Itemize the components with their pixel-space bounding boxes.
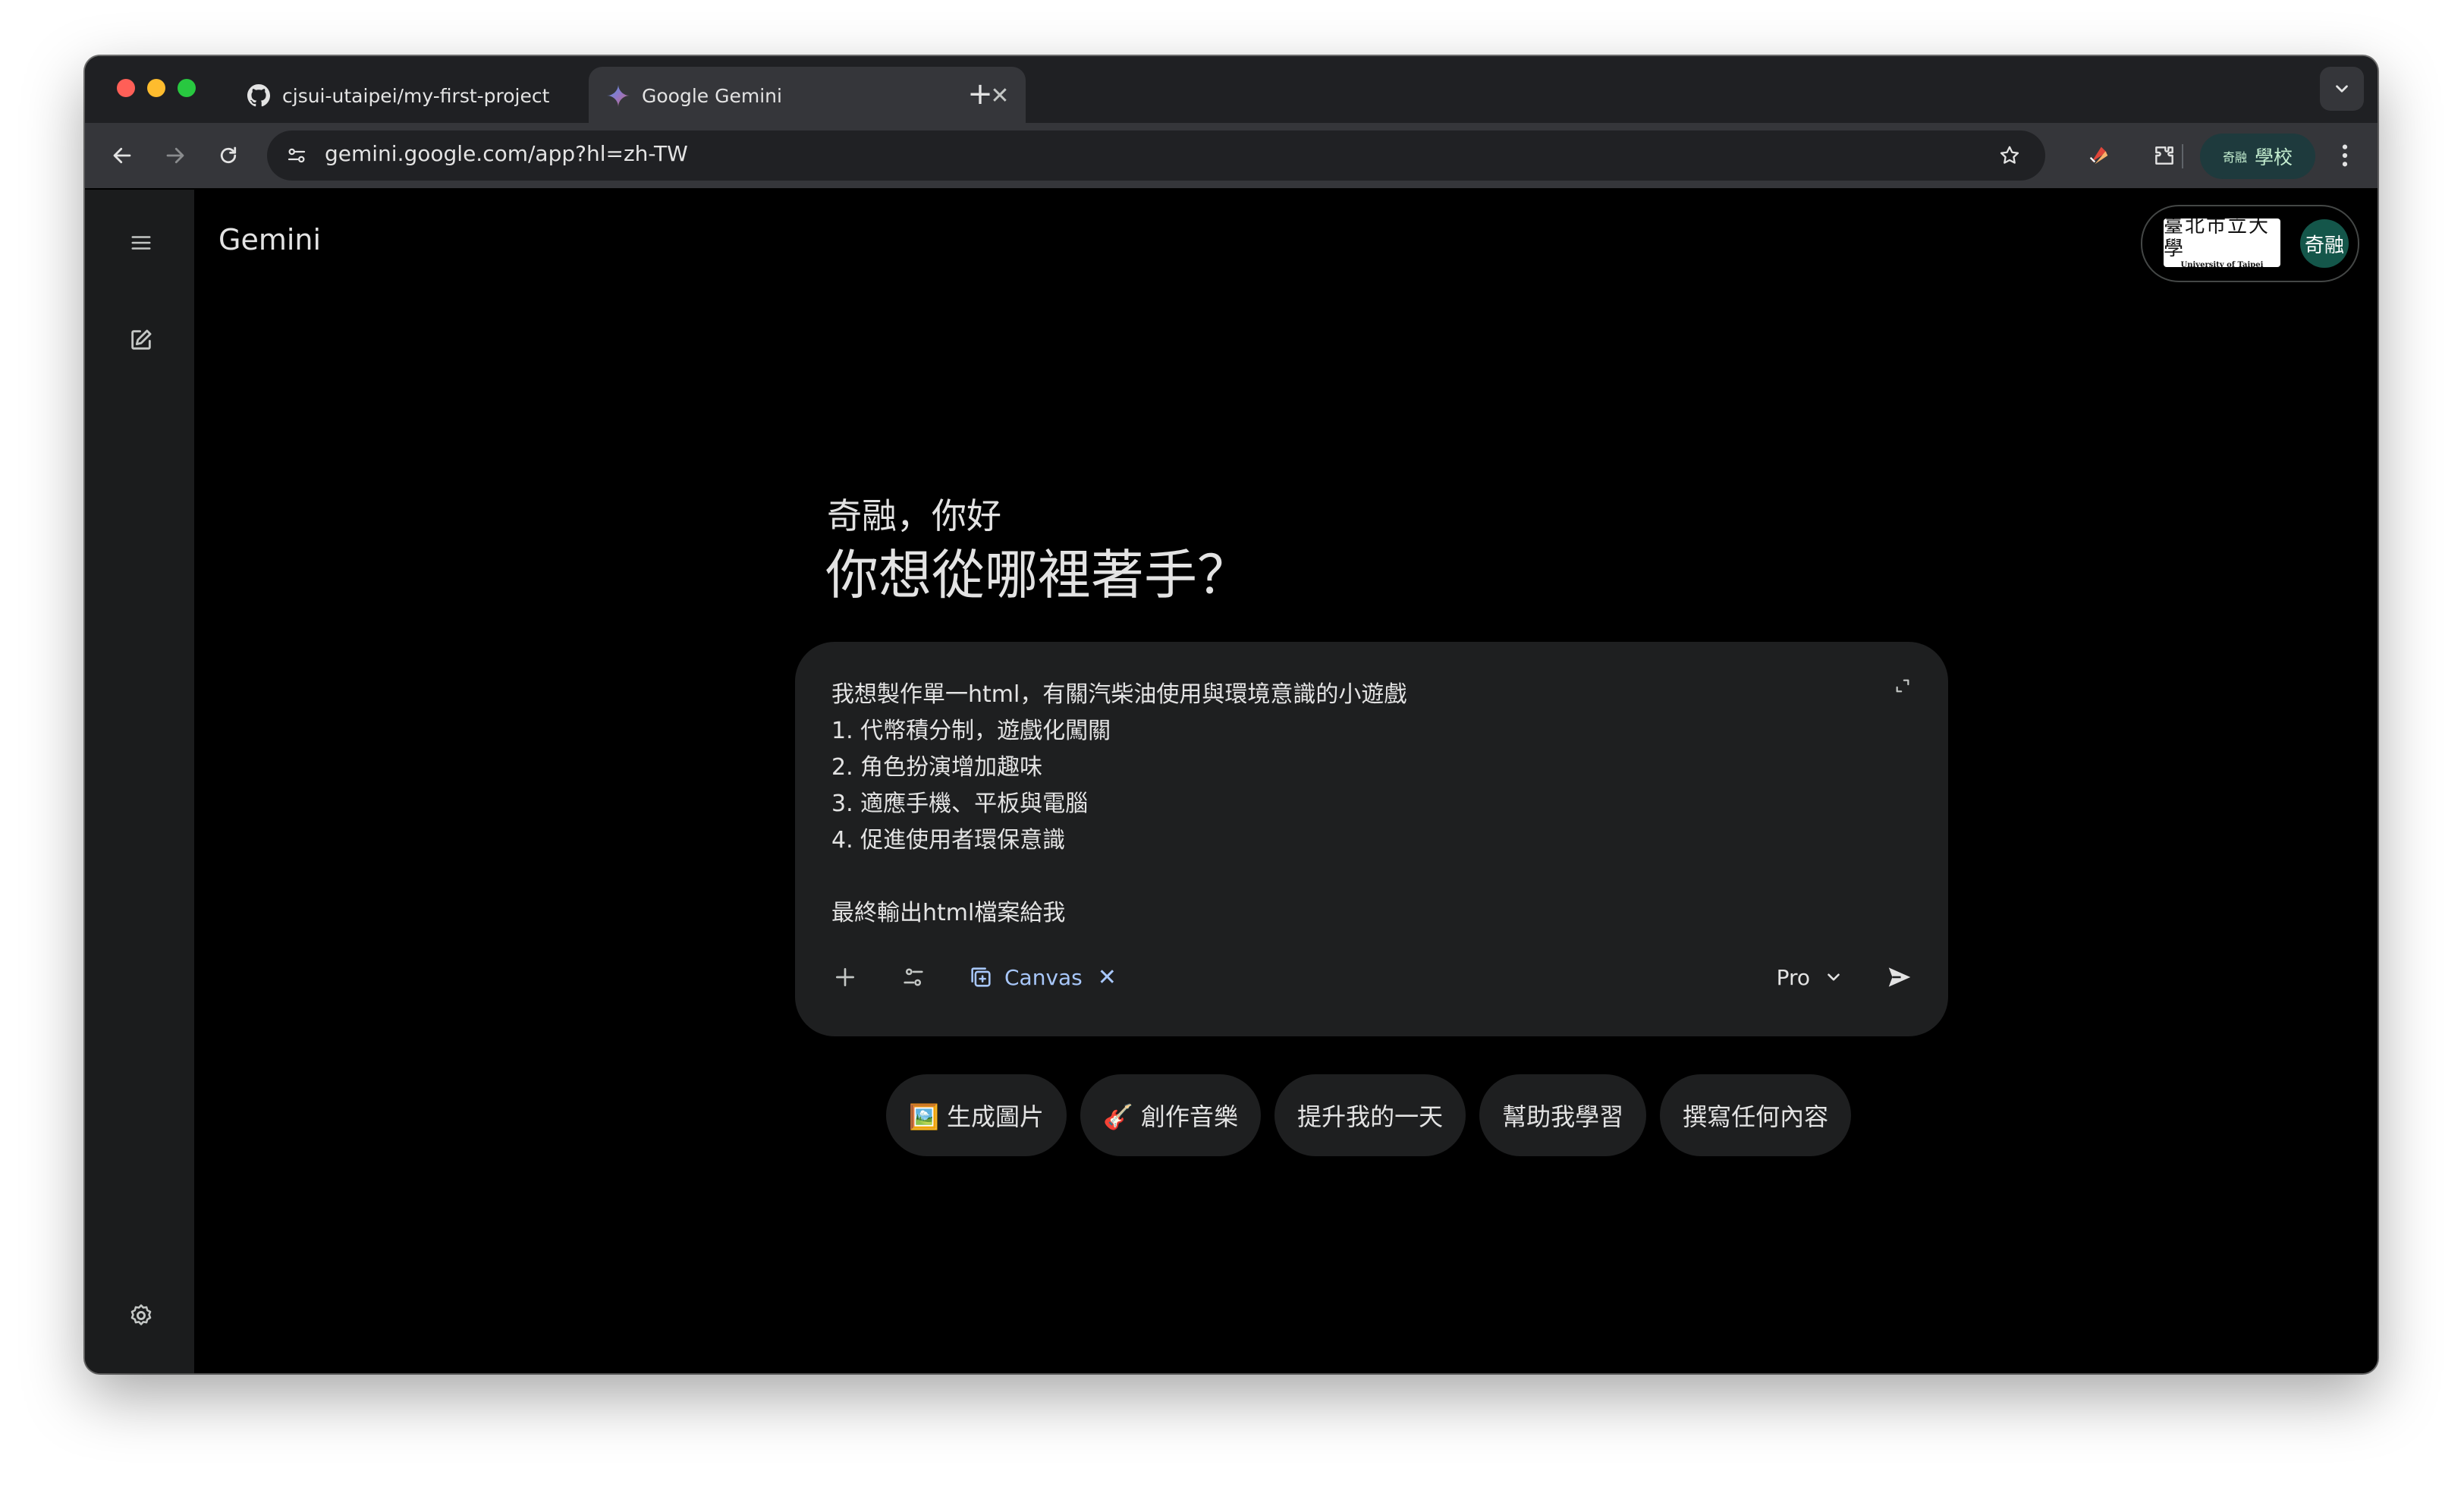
github-icon bbox=[246, 83, 272, 108]
gear-icon bbox=[130, 1304, 152, 1325]
new-chat-button[interactable] bbox=[120, 319, 162, 361]
plus-icon bbox=[836, 968, 854, 986]
maximize-window-button[interactable] bbox=[178, 79, 196, 97]
edit-square-icon bbox=[131, 329, 152, 350]
expand-input-button[interactable] bbox=[1886, 669, 1919, 703]
profile-button[interactable]: 奇融 學校 bbox=[2200, 134, 2315, 179]
hamburger-menu-icon bbox=[131, 236, 151, 250]
bookmark-star-icon[interactable] bbox=[1991, 137, 2029, 174]
arrow-left-icon bbox=[113, 147, 131, 164]
account-switcher[interactable]: 臺北市立大學 University of Taipei 奇融 bbox=[2141, 205, 2359, 282]
logo-text: 臺北市立大學 bbox=[2164, 218, 2271, 260]
gemini-sparkle-icon bbox=[605, 83, 631, 108]
logo-subtext: University of Taipei bbox=[2180, 261, 2264, 267]
suggestion-create-music[interactable]: 🎸 創作音樂 bbox=[1080, 1074, 1262, 1156]
new-tab-button[interactable]: + bbox=[959, 73, 1001, 115]
avatar[interactable]: 奇融 bbox=[2300, 219, 2349, 268]
main-menu-button[interactable] bbox=[120, 222, 162, 264]
suggestion-boost-day[interactable]: 提升我的一天 bbox=[1274, 1074, 1466, 1156]
model-picker[interactable]: Pro bbox=[1777, 956, 1843, 998]
close-window-button[interactable] bbox=[117, 79, 135, 97]
remove-canvas-icon[interactable]: ✕ bbox=[1098, 964, 1117, 991]
profile-small-label: 奇融 bbox=[2222, 150, 2247, 165]
expand-icon bbox=[1896, 679, 1909, 693]
tab-title: cjsui-utaipei/my-first-project bbox=[282, 84, 550, 107]
tab-strip: cjsui-utaipei/my-first-project ✕ Google … bbox=[85, 56, 2378, 124]
extension-icon[interactable] bbox=[2079, 135, 2120, 176]
send-icon bbox=[1888, 967, 1911, 987]
profile-label: 學校 bbox=[2255, 146, 2293, 168]
university-logo: 臺北市立大學 University of Taipei bbox=[2164, 218, 2280, 267]
suggestion-write-anything[interactable]: 撰寫任何內容 bbox=[1660, 1074, 1852, 1156]
site-info-icon[interactable] bbox=[278, 137, 316, 174]
suggestion-help-learn[interactable]: 幫助我學習 bbox=[1479, 1074, 1647, 1156]
chevron-down-icon bbox=[2336, 85, 2348, 93]
tools-icon bbox=[904, 968, 923, 986]
sidebar bbox=[85, 190, 194, 1373]
add-files-button[interactable] bbox=[824, 956, 866, 998]
reload-button[interactable] bbox=[208, 135, 249, 176]
chevron-down-icon bbox=[1828, 973, 1840, 981]
browser-menu-button[interactable] bbox=[2326, 135, 2364, 176]
brand-title[interactable]: Gemini bbox=[218, 223, 321, 256]
tab-search-button[interactable] bbox=[2320, 67, 2364, 111]
tab-title: Google Gemini bbox=[642, 84, 782, 107]
back-button[interactable] bbox=[102, 135, 143, 176]
arrow-right-icon bbox=[166, 147, 184, 164]
tools-button[interactable] bbox=[892, 956, 935, 998]
settings-button[interactable] bbox=[120, 1294, 162, 1337]
address-bar[interactable]: gemini.google.com/app?hl=zh-TW bbox=[267, 130, 2045, 181]
browser-window: cjsui-utaipei/my-first-project ✕ Google … bbox=[85, 56, 2378, 1373]
prompt-composer: 我想製作單一html，有關汽柴油使用與環境意識的小遊戲 1. 代幣積分制，遊戲化… bbox=[795, 642, 1948, 1036]
forward-button[interactable] bbox=[155, 135, 196, 176]
send-button[interactable] bbox=[1878, 956, 1921, 998]
more-vert-icon bbox=[2342, 144, 2348, 167]
canvas-icon bbox=[971, 967, 991, 987]
greeting-name: 奇融，你好 bbox=[827, 495, 1001, 536]
model-label: Pro bbox=[1776, 964, 1810, 990]
browser-toolbar: gemini.google.com/app?hl=zh-TW 奇融 學校 bbox=[85, 123, 2378, 188]
canvas-tool-chip[interactable]: Canvas ✕ bbox=[968, 956, 1117, 998]
greeting-question: 你想從哪裡著手？ bbox=[825, 544, 1250, 606]
suggestion-generate-image[interactable]: 🖼️ 生成圖片 bbox=[886, 1074, 1067, 1156]
reload-icon bbox=[220, 146, 237, 164]
minimize-window-button[interactable] bbox=[147, 79, 165, 97]
suggestion-chips: 🖼️ 生成圖片 🎸 創作音樂 提升我的一天 幫助我學習 撰寫任何內容 bbox=[886, 1074, 1852, 1158]
main-content: Gemini 臺北市立大學 University of Taipei 奇融 奇融… bbox=[194, 190, 2378, 1373]
prompt-input[interactable]: 我想製作單一html，有關汽柴油使用與環境意識的小遊戲 1. 代幣積分制，遊戲化… bbox=[831, 677, 1818, 932]
url-text: gemini.google.com/app?hl=zh-TW bbox=[325, 141, 688, 166]
extensions-puzzle-icon[interactable] bbox=[2144, 135, 2185, 176]
canvas-label: Canvas bbox=[1004, 964, 1083, 990]
toolbar-divider bbox=[2182, 144, 2183, 168]
